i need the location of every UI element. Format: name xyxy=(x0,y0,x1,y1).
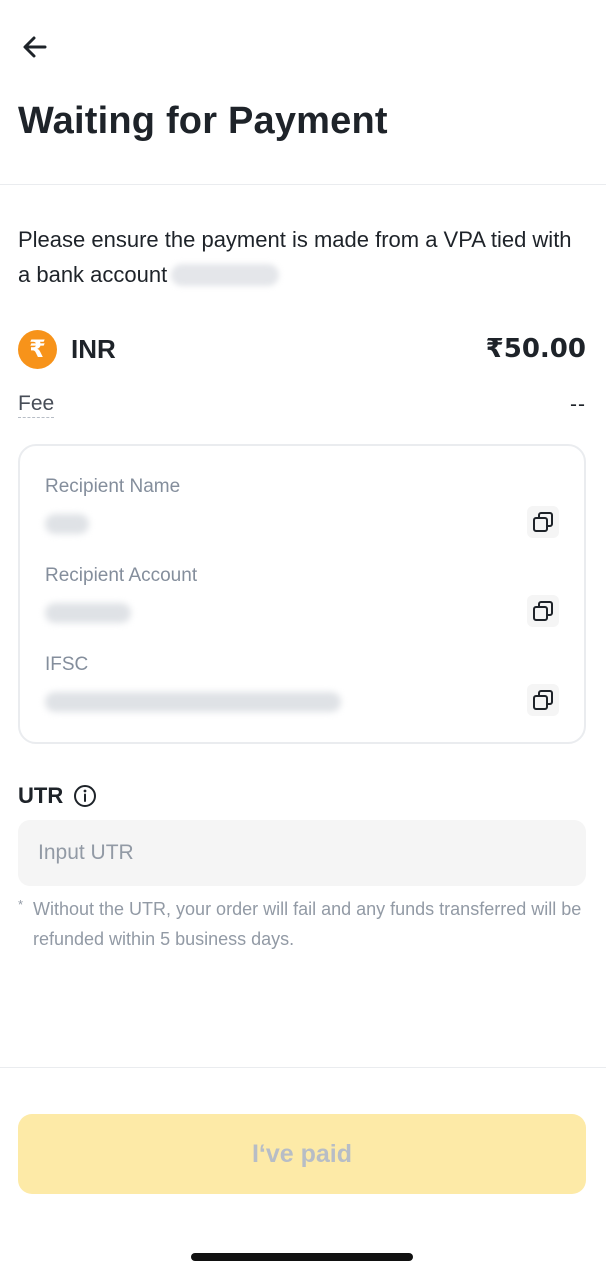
recipient-account-field: Recipient Account xyxy=(45,565,565,623)
note-marker: * xyxy=(18,897,24,912)
utr-note-text: Without the UTR, your order will fail an… xyxy=(33,899,582,949)
recipient-name-value xyxy=(45,514,89,534)
copy-icon xyxy=(533,690,553,710)
page-title: Waiting for Payment xyxy=(18,100,388,142)
ifsc-label: IFSC xyxy=(45,654,89,675)
payment-page: Waiting for Payment Please ensure the pa… xyxy=(0,0,606,1272)
header-divider xyxy=(0,184,606,185)
payment-amount: ₹50.00 xyxy=(485,334,586,364)
currency-info: ₹ INR xyxy=(18,329,116,369)
fee-value: -- xyxy=(570,393,586,416)
rupee-icon: ₹ xyxy=(18,329,57,369)
copy-ifsc-button[interactable] xyxy=(527,684,559,716)
vpa-notice: Please ensure the payment is made from a… xyxy=(18,222,588,292)
recipient-name-label: Recipient Name xyxy=(45,476,181,497)
copy-icon xyxy=(533,601,553,621)
info-icon[interactable] xyxy=(73,784,97,808)
utr-input[interactable] xyxy=(18,820,586,886)
fee-label[interactable]: Fee xyxy=(18,392,55,418)
fee-row: Fee -- xyxy=(18,392,586,418)
recipient-account-label: Recipient Account xyxy=(45,565,198,586)
utr-label: UTR xyxy=(18,783,64,808)
copy-recipient-name-button[interactable] xyxy=(527,506,559,538)
home-indicator xyxy=(191,1253,413,1261)
ive-paid-button[interactable]: I‘ve paid xyxy=(18,1114,586,1194)
ifsc-value xyxy=(45,692,341,712)
utr-note: * Without the UTR, your order will fail … xyxy=(18,894,588,954)
recipient-account-value xyxy=(45,603,131,623)
currency-row: ₹ INR ₹50.00 xyxy=(18,329,586,369)
currency-code: INR xyxy=(71,333,116,364)
copy-recipient-account-button[interactable] xyxy=(527,595,559,627)
masked-bank-account xyxy=(171,264,280,286)
vpa-notice-text: Please ensure the payment is made from a… xyxy=(18,227,572,287)
footer-divider xyxy=(0,1067,606,1068)
recipient-details-card: Recipient Name Recipient Account IFSC xyxy=(18,444,586,744)
utr-label-row: UTR xyxy=(18,783,97,809)
copy-icon xyxy=(533,512,553,532)
back-button[interactable] xyxy=(18,30,52,64)
arrow-left-icon xyxy=(23,36,47,58)
ifsc-field: IFSC xyxy=(45,654,565,712)
recipient-name-field: Recipient Name xyxy=(45,476,565,534)
